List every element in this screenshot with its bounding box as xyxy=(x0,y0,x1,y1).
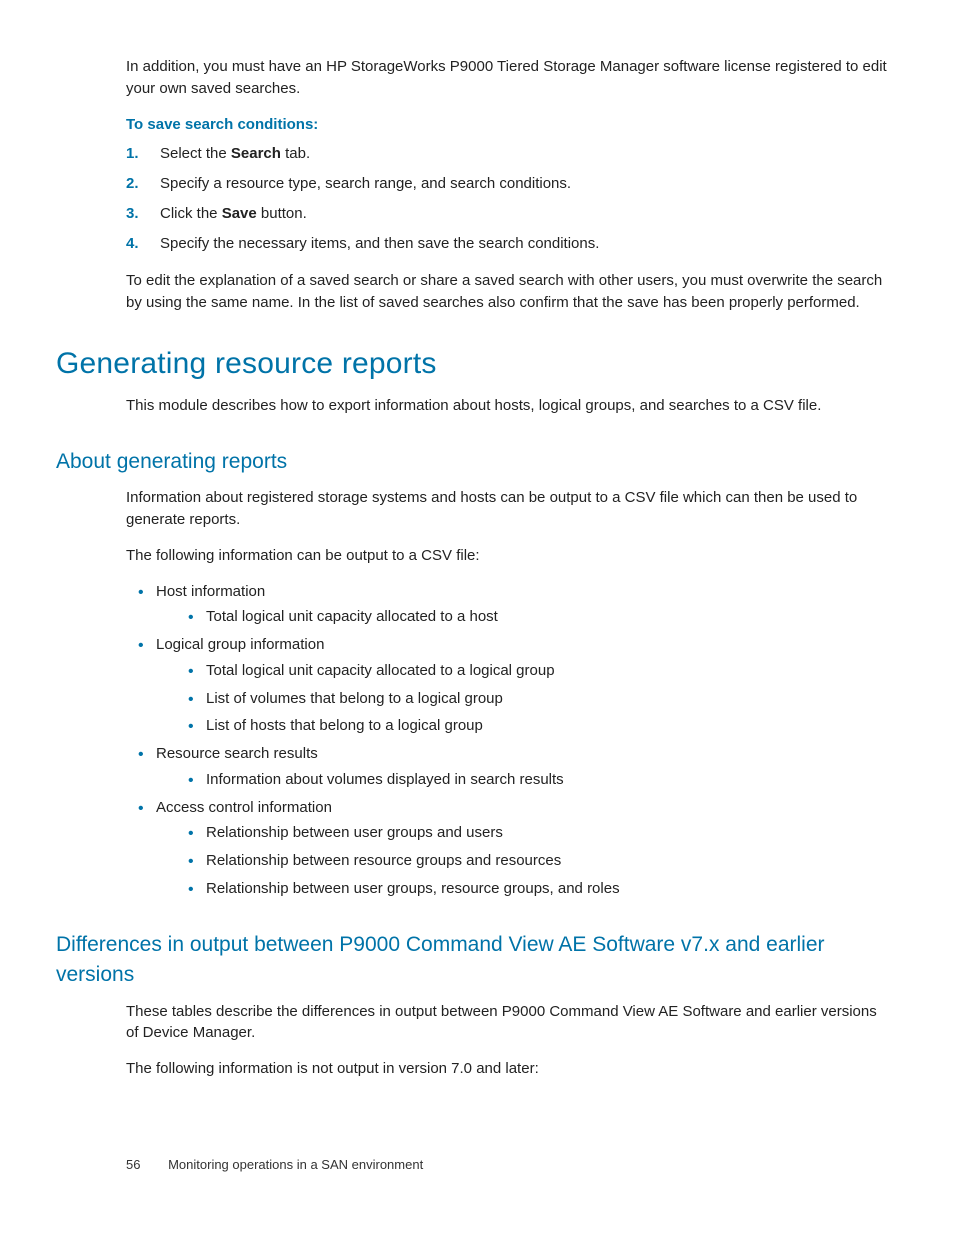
step-text: Specify the necessary items, and then sa… xyxy=(160,235,599,252)
diff-body: These tables describe the differences in… xyxy=(126,1001,888,1080)
sub-list-item: List of volumes that belong to a logical… xyxy=(176,688,888,710)
sub-list-item: Relationship between resource groups and… xyxy=(176,850,888,872)
heading-generating-resource-reports: Generating resource reports xyxy=(56,342,898,386)
procedure-title: To save search conditions: xyxy=(126,114,888,136)
info-list: Host information Total logical unit capa… xyxy=(126,581,888,900)
list-item-label: Host information xyxy=(156,583,265,600)
h1-intro-paragraph: This module describes how to export info… xyxy=(126,395,888,417)
step-number: 4. xyxy=(126,233,152,255)
sub-list: Relationship between user groups and use… xyxy=(176,822,888,899)
step-text-pre: Select the xyxy=(160,145,231,162)
sub-list-item: Relationship between user groups, resour… xyxy=(176,878,888,900)
step-number: 1. xyxy=(126,143,152,165)
h1-intro-block: This module describes how to export info… xyxy=(126,395,888,417)
sub-list-item: Relationship between user groups and use… xyxy=(176,822,888,844)
page-footer: 56 Monitoring operations in a SAN enviro… xyxy=(126,1156,423,1175)
list-item-label: Resource search results xyxy=(156,745,318,762)
sub-list-item: Total logical unit capacity allocated to… xyxy=(176,660,888,682)
sub-list: Information about volumes displayed in s… xyxy=(176,769,888,791)
step-text-post: button. xyxy=(257,205,307,222)
procedure-steps: 1. Select the Search tab. 2. Specify a r… xyxy=(126,143,888,254)
step-text-bold: Search xyxy=(231,145,281,162)
heading-about-generating-reports: About generating reports xyxy=(56,447,898,477)
step-number: 3. xyxy=(126,203,152,225)
list-item-label: Logical group information xyxy=(156,636,324,653)
list-item: Logical group information Total logical … xyxy=(126,634,888,737)
list-item: Host information Total logical unit capa… xyxy=(126,581,888,629)
sub-list: Total logical unit capacity allocated to… xyxy=(176,660,888,737)
sub-list-item: Total logical unit capacity allocated to… xyxy=(176,606,888,628)
sub-list: Total logical unit capacity allocated to… xyxy=(176,606,888,628)
license-paragraph: In addition, you must have an HP Storage… xyxy=(126,56,888,100)
diff-paragraph-2: The following information is not output … xyxy=(126,1058,888,1080)
step-text-pre: Click the xyxy=(160,205,222,222)
diff-paragraph-1: These tables describe the differences in… xyxy=(126,1001,888,1045)
step-text-post: tab. xyxy=(281,145,310,162)
intro-section: In addition, you must have an HP Storage… xyxy=(126,56,888,314)
list-item: Access control information Relationship … xyxy=(126,797,888,900)
step-text: Specify a resource type, search range, a… xyxy=(160,175,571,192)
about-paragraph-1: Information about registered storage sys… xyxy=(126,487,888,531)
about-paragraph-2: The following information can be output … xyxy=(126,545,888,567)
step-number: 2. xyxy=(126,173,152,195)
sub-list-item: List of hosts that belong to a logical g… xyxy=(176,715,888,737)
step-1: 1. Select the Search tab. xyxy=(126,143,888,165)
edit-paragraph: To edit the explanation of a saved searc… xyxy=(126,270,888,314)
step-text-bold: Save xyxy=(222,205,257,222)
step-3: 3. Click the Save button. xyxy=(126,203,888,225)
list-item: Resource search results Information abou… xyxy=(126,743,888,791)
sub-list-item: Information about volumes displayed in s… xyxy=(176,769,888,791)
list-item-label: Access control information xyxy=(156,799,332,816)
step-4: 4. Specify the necessary items, and then… xyxy=(126,233,888,255)
chapter-title: Monitoring operations in a SAN environme… xyxy=(168,1157,423,1172)
heading-differences: Differences in output between P9000 Comm… xyxy=(56,930,898,991)
about-body: Information about registered storage sys… xyxy=(126,487,888,899)
page-number: 56 xyxy=(126,1157,140,1172)
page-container: In addition, you must have an HP Storage… xyxy=(0,0,954,1235)
step-2: 2. Specify a resource type, search range… xyxy=(126,173,888,195)
